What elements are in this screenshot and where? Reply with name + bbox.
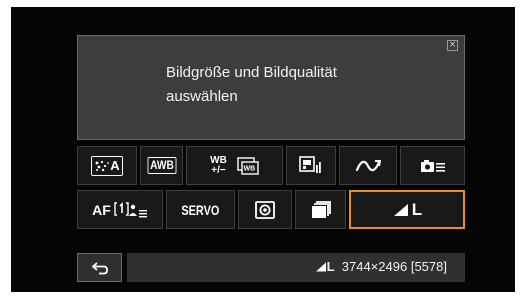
drive-mode-button[interactable] — [295, 190, 346, 229]
close-icon[interactable]: × — [447, 40, 458, 51]
info-resolution: 3744×2496 — [341, 259, 408, 274]
camera-menu-icon — [420, 159, 445, 172]
metering-icon — [255, 200, 275, 219]
wb-shift-label: WB +/− — [210, 154, 227, 176]
wb-label-bottom: +/− — [211, 164, 226, 176]
picture-style-box: A — [91, 155, 123, 176]
image-settings-icon — [299, 155, 321, 173]
info-quality-label: L — [326, 259, 335, 274]
white-balance-button[interactable]: AWB — [140, 146, 183, 185]
tooltip-line-2: auswählen — [166, 88, 238, 105]
tooltip-line-1: Bildgröße und Bildqualität — [166, 64, 337, 81]
fine-quality-icon — [393, 203, 408, 216]
camera-menu-button[interactable] — [400, 146, 465, 185]
quality-info-text: L 3744×2496 [5578] — [315, 259, 447, 274]
metering-button[interactable] — [238, 190, 292, 229]
image-settings-button[interactable] — [286, 146, 336, 185]
quality-info-bar: L 3744×2496 [5578] — [127, 253, 465, 282]
image-quality-button[interactable]: L — [349, 190, 465, 229]
info-shots: [5578] — [410, 259, 447, 274]
wb-bracket-icon: WB — [237, 156, 259, 175]
af-area-icon — [114, 201, 147, 217]
drive-mode-icon — [311, 200, 331, 218]
picture-style-button[interactable]: A — [77, 146, 137, 185]
back-button[interactable] — [77, 253, 122, 282]
svg-text:WB: WB — [243, 165, 255, 172]
picture-style-label: A — [110, 158, 120, 173]
bottom-bar: L 3744×2496 [5578] — [77, 253, 465, 282]
af-operation-button[interactable]: AF — [77, 190, 163, 229]
picture-style-icon — [95, 160, 110, 171]
servo-label: SERVO — [181, 201, 220, 218]
af-label: AF — [92, 201, 111, 218]
quick-control-row-1: A AWB WB +/− WB — [77, 146, 465, 185]
quick-control-row-2: AF SERVO L — [77, 190, 465, 229]
quality-label: L — [411, 199, 423, 219]
return-icon — [91, 261, 108, 274]
curve-icon — [355, 159, 381, 171]
awb-label: AWB — [147, 157, 176, 174]
wb-shift-button[interactable]: WB +/− WB — [186, 146, 283, 185]
servo-button[interactable]: SERVO — [166, 190, 235, 229]
help-tooltip: × Bildgröße und Bildqualität auswählen — [77, 35, 465, 140]
fine-quality-small-icon — [315, 262, 326, 272]
tooltip-text: Bildgröße und Bildqualität auswählen — [166, 61, 426, 109]
auto-lighting-button[interactable] — [339, 146, 397, 185]
wb-label-top: WB — [210, 154, 227, 166]
